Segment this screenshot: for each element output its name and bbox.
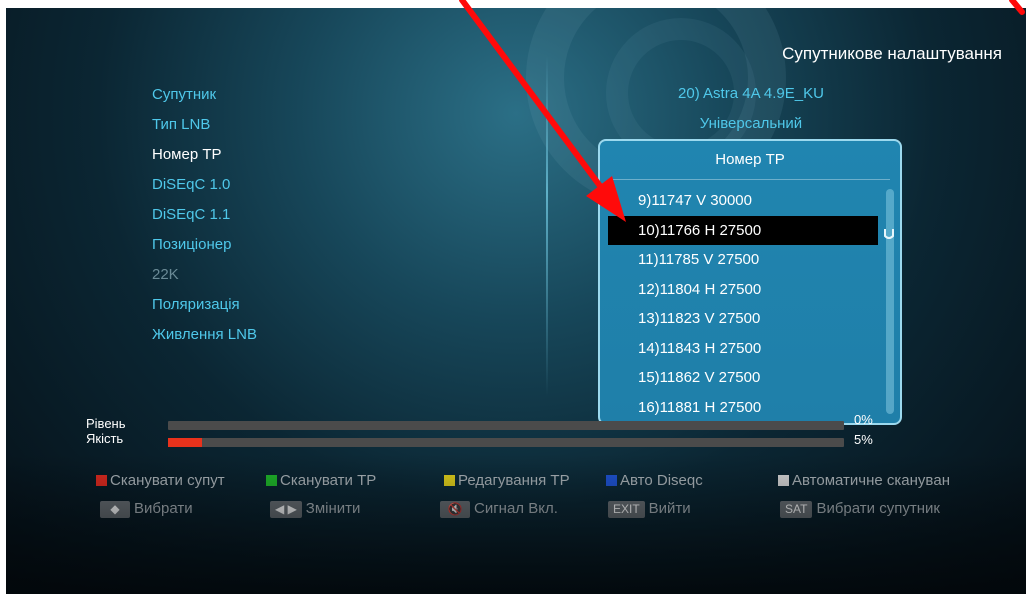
hint-exit[interactable]: EXIT Вийти: [608, 500, 691, 518]
column-divider: [546, 56, 548, 396]
menu-item-polarization[interactable]: Поляризація: [152, 290, 257, 320]
red-key-scan-satellite[interactable]: Сканувати супут: [96, 472, 225, 489]
yellow-key-icon: [444, 475, 455, 486]
tp-list-item[interactable]: 13)11823 V 27500: [608, 304, 878, 334]
green-key-icon: [266, 475, 277, 486]
menu-item-satellite[interactable]: Супутник: [152, 80, 257, 110]
menu-item-22k: 22K: [152, 266, 179, 283]
quality-percent: 5%: [854, 432, 873, 447]
blue-key-icon: [606, 475, 617, 486]
mute-icon: 🔇: [440, 501, 470, 518]
level-label: Рівень: [86, 416, 126, 431]
quality-bar-fill: [168, 438, 202, 447]
menu-item-tp-number[interactable]: Номер TP: [152, 140, 257, 170]
hint-change[interactable]: ◀ ▶ Змінити: [270, 500, 360, 518]
page-title: Супутникове налаштування: [782, 44, 1002, 63]
level-percent: 0%: [854, 412, 873, 427]
tv-screen: Супутникове налаштування Супутник Тип LN…: [6, 8, 1026, 594]
tp-list-item[interactable]: 16)11881 H 27500: [608, 393, 878, 423]
menu-item-diseqc-11[interactable]: DiSEqC 1.1: [152, 200, 257, 230]
white-key-auto-scan[interactable]: Автоматичне сканувaн: [778, 472, 950, 489]
tp-list-item-selected[interactable]: 10)11766 H 27500: [608, 215, 878, 245]
hint-select-satellite[interactable]: SAT Вибрати супутник: [780, 500, 940, 518]
popup-scrollbar[interactable]: [884, 189, 894, 414]
quality-label: Якість: [86, 431, 124, 446]
tp-list-item[interactable]: 15)11862 V 27500: [608, 363, 878, 393]
popup-title: Номер TP: [715, 151, 785, 168]
tp-list-item[interactable]: 12)11804 H 27500: [608, 275, 878, 305]
menu-item-positioner[interactable]: Позиціонер: [152, 230, 257, 260]
exit-key-icon: EXIT: [608, 501, 645, 518]
tp-list-item[interactable]: 11)11785 V 27500: [608, 245, 878, 275]
white-key-icon: [778, 475, 789, 486]
hint-signal-on[interactable]: 🔇 Сигнал Вкл.: [440, 500, 558, 518]
menu-item-diseqc-10[interactable]: DiSEqC 1.0: [152, 170, 257, 200]
left-right-arrows-icon: ◀ ▶: [270, 501, 302, 518]
sat-key-icon: SAT: [780, 501, 813, 518]
yellow-key-edit-tp[interactable]: Редагування TP: [444, 472, 570, 489]
level-bar: [168, 421, 844, 430]
green-key-scan-tp[interactable]: Сканувати TP: [266, 472, 376, 489]
popup-divider: [610, 179, 890, 180]
blue-key-auto-diseqc[interactable]: Авто Diseqc: [606, 472, 703, 489]
scrollbar-thumb-icon[interactable]: [882, 227, 896, 241]
lnb-type-value[interactable]: Універсальний: [606, 115, 896, 132]
settings-menu: Супутник Тип LNB Номер TP DiSEqC 1.0 DiS…: [152, 80, 257, 350]
quality-bar: [168, 438, 844, 447]
tp-list-item[interactable]: 9)11747 V 30000: [608, 186, 878, 216]
hint-select[interactable]: ◆ Вибрати: [100, 500, 193, 518]
tp-number-popup: Номер TP 9)11747 V 30000 10)11766 H 2750…: [598, 139, 902, 425]
satellite-value[interactable]: 20) Astra 4A 4.9E_KU: [606, 85, 896, 102]
red-key-icon: [96, 475, 107, 486]
menu-item-lnb-power[interactable]: Живлення LNB: [152, 320, 257, 350]
menu-item-lnb-type[interactable]: Тип LNB: [152, 110, 257, 140]
tp-list: 9)11747 V 30000 10)11766 H 27500 11)1178…: [608, 186, 878, 422]
up-down-arrows-icon: ◆: [100, 501, 130, 518]
tp-list-item[interactable]: 14)11843 H 27500: [608, 334, 878, 364]
